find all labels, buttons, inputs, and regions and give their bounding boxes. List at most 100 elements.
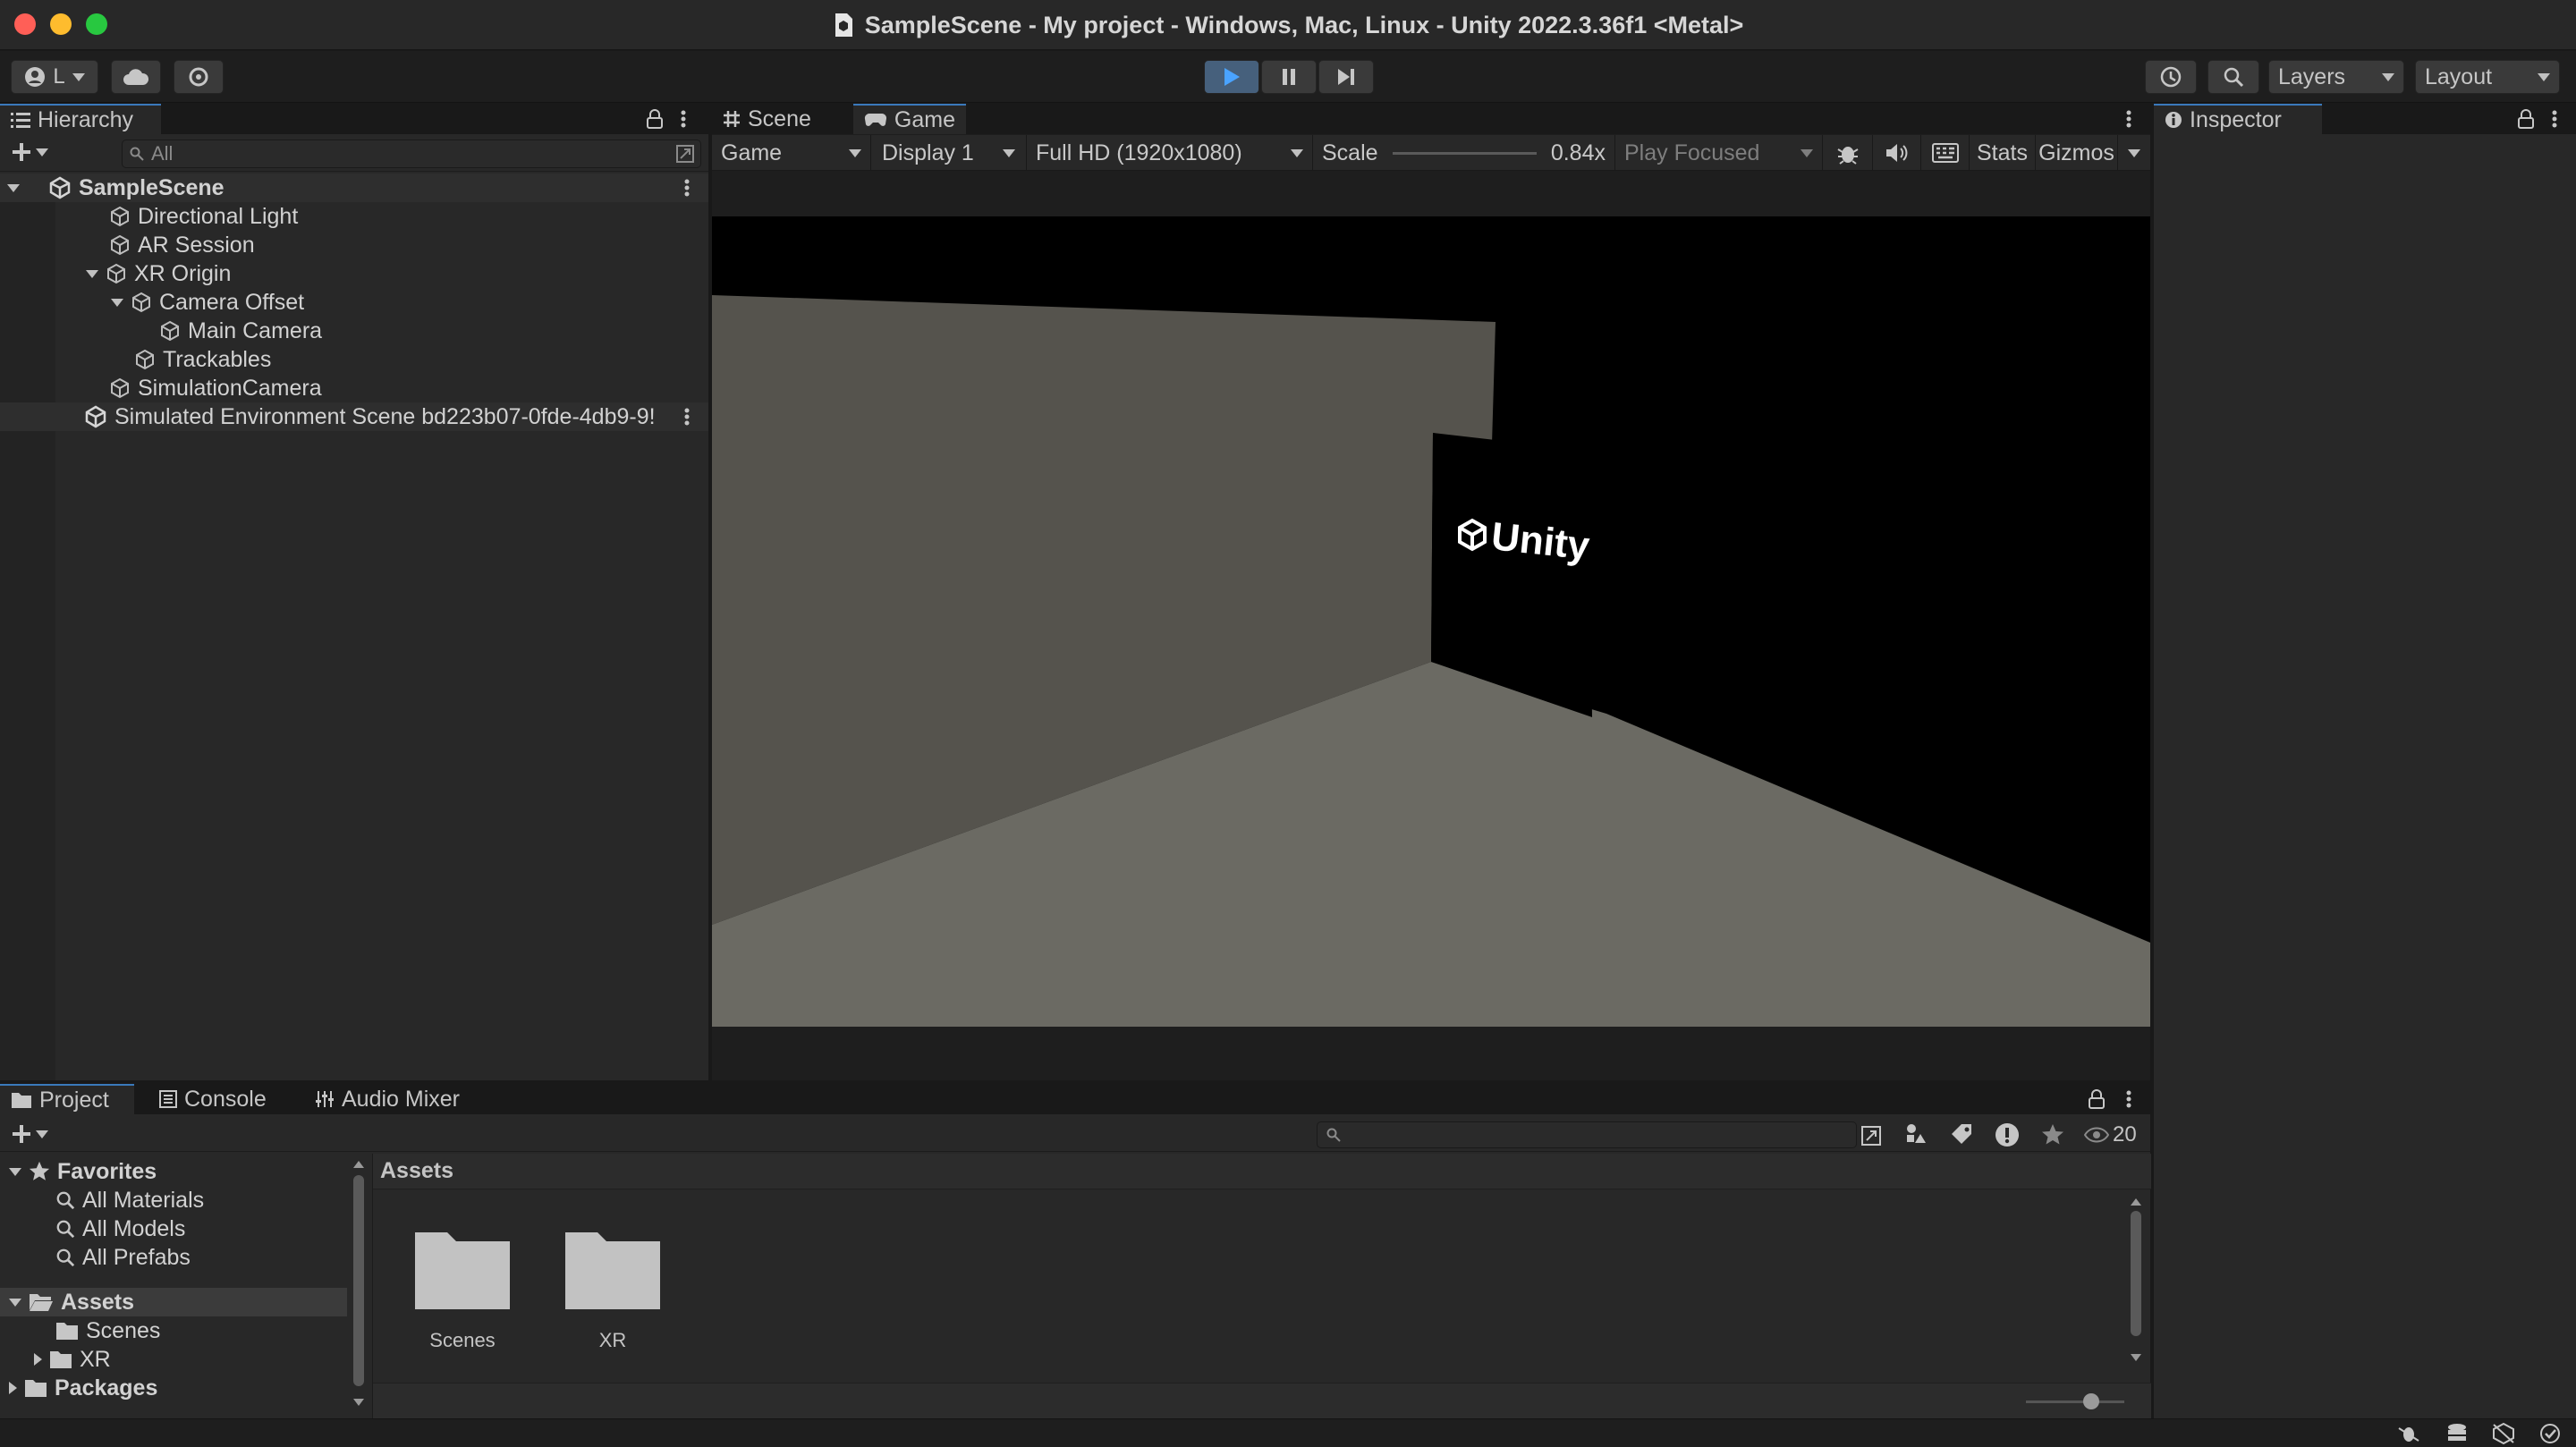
hierarchy-item-xr-origin[interactable]: XR Origin [86,259,231,288]
folder-icon [50,1351,72,1368]
tree-item-scenes[interactable]: Scenes [55,1316,160,1345]
search-button[interactable] [2207,60,2259,94]
list-icon [11,113,30,128]
layers-dropdown[interactable]: Layers [2268,60,2404,94]
layers-label: Layers [2278,63,2346,89]
chevron-right-icon[interactable] [34,1353,42,1366]
create-asset-dropdown[interactable] [11,1123,48,1145]
lock-icon[interactable] [2517,109,2535,129]
tab-console[interactable]: Console [148,1084,283,1114]
play-button[interactable] [1204,60,1259,94]
warning-filter-icon[interactable] [1995,1122,2020,1147]
chevron-down-icon[interactable] [9,1298,21,1307]
lock-icon[interactable] [646,109,664,129]
scroll-up-icon[interactable] [2131,1198,2141,1206]
hierarchy-search-input[interactable]: All [122,140,701,168]
layout-dropdown[interactable]: Layout [2415,60,2560,94]
scroll-down-icon[interactable] [2131,1354,2141,1361]
create-dropdown[interactable] [11,141,48,163]
inspector-panel: Inspector [2154,104,2576,1418]
mute-audio-button[interactable] [1873,135,1921,171]
hierarchy-item-main-camera[interactable]: Main Camera [159,317,322,345]
tab-audio-mixer[interactable]: Audio Mixer [304,1084,483,1114]
hidden-packages-toggle[interactable]: 20 [2084,1121,2137,1148]
asset-folder-xr[interactable]: XR [563,1229,663,1352]
cache-server-icon[interactable] [2445,1423,2469,1444]
hierarchy-item-samplescene[interactable]: SampleScene [0,173,708,202]
debug-mode-icon[interactable] [2397,1423,2420,1444]
more-options-icon[interactable] [683,178,691,198]
tab-scene[interactable]: Scene [712,104,853,134]
resolution-dropdown[interactable]: Full HD (1920x1080) [1027,135,1313,171]
more-options-icon[interactable] [2551,109,2558,129]
tree-item-favorites[interactable]: Favorites [9,1157,157,1186]
label-tag-icon[interactable] [1950,1123,1973,1147]
lock-icon[interactable] [2088,1089,2106,1109]
tree-scrollbar[interactable] [351,1154,367,1413]
progress-check-icon[interactable] [2538,1423,2562,1444]
scale-slider[interactable] [1392,151,1537,155]
scroll-down-icon[interactable] [353,1399,364,1406]
tab-project[interactable]: Project [0,1084,134,1114]
tab-game[interactable]: Game [853,104,966,134]
tree-item-all-materials[interactable]: All Materials [55,1186,204,1214]
more-options-icon[interactable] [680,109,687,129]
icon-size-slider-thumb[interactable] [2083,1393,2099,1409]
tab-inspector[interactable]: Inspector [2154,104,2322,134]
search-by-type-icon[interactable] [1860,1125,1882,1147]
pause-button[interactable] [1261,60,1317,94]
more-options-icon[interactable] [683,407,691,427]
debug-button[interactable] [1823,135,1873,171]
play-mode-dropdown[interactable]: Play Focused [1615,135,1823,171]
tree-item-assets[interactable]: Assets [0,1288,347,1316]
hierarchy-item-trackables[interactable]: Trackables [134,345,271,374]
chevron-down-icon[interactable] [111,298,123,307]
scroll-up-icon[interactable] [353,1161,364,1168]
chevron-right-icon[interactable] [9,1382,17,1394]
stats-button[interactable]: Stats [1970,135,2036,171]
tree-item-packages[interactable]: Packages [9,1374,157,1402]
chevron-down-icon [1801,148,1813,157]
icon-size-slider[interactable] [2026,1400,2124,1403]
project-search-input[interactable] [1317,1121,1857,1148]
auto-generate-lighting-icon[interactable] [2492,1423,2515,1444]
step-button[interactable] [1318,60,1374,94]
chevron-down-icon[interactable] [9,1167,21,1176]
display-dropdown[interactable]: Display 1 [871,135,1027,171]
cloud-button[interactable] [111,60,161,94]
scroll-thumb[interactable] [2131,1211,2141,1336]
shortcuts-button[interactable] [1921,135,1970,171]
tree-item-all-prefabs[interactable]: All Prefabs [55,1243,191,1272]
chevron-down-icon[interactable] [86,269,98,278]
asset-scrollbar[interactable] [2128,1198,2144,1374]
gizmos-dropdown[interactable] [2118,135,2150,171]
hierarchy-item-simulated-environment-scene[interactable]: Simulated Environment Scene bd223b07-0fd… [0,402,708,431]
hierarchy-item-camera-offset[interactable]: Camera Offset [111,288,304,317]
hierarchy-item-directional-light[interactable]: Directional Light [109,202,298,231]
asset-browser: Assets Scenes XR [372,1154,2151,1418]
more-options-icon[interactable] [2125,1089,2132,1109]
game-render[interactable]: Unity [712,216,2150,1027]
status-bar [0,1418,2576,1447]
search-by-type-icon[interactable] [675,144,695,164]
more-options-icon[interactable] [2125,109,2132,129]
tab-hierarchy[interactable]: Hierarchy [0,104,161,134]
view-mode-dropdown[interactable]: Game [712,135,871,171]
filter-by-type-icon[interactable] [1903,1123,1927,1147]
hierarchy-item-ar-session[interactable]: AR Session [109,231,255,259]
gizmos-button[interactable]: Gizmos [2036,135,2118,171]
tree-item-all-models[interactable]: All Models [55,1214,185,1243]
account-dropdown[interactable]: L [11,60,98,94]
project-folder-tree: Favorites All Materials All Models All P… [0,1154,369,1418]
asset-folder-scenes[interactable]: Scenes [412,1229,513,1352]
tree-item-xr[interactable]: XR [34,1345,111,1374]
collab-button[interactable] [174,60,224,94]
star-icon[interactable] [2041,1123,2064,1147]
scale-label: Scale [1322,140,1378,165]
hierarchy-item-simulationcamera[interactable]: SimulationCamera [109,374,322,402]
undo-history-button[interactable] [2145,60,2197,94]
asset-breadcrumb: Assets [373,1154,2151,1189]
breadcrumb-assets[interactable]: Assets [380,1158,453,1184]
scroll-thumb[interactable] [353,1175,364,1386]
chevron-down-icon[interactable] [7,183,20,192]
